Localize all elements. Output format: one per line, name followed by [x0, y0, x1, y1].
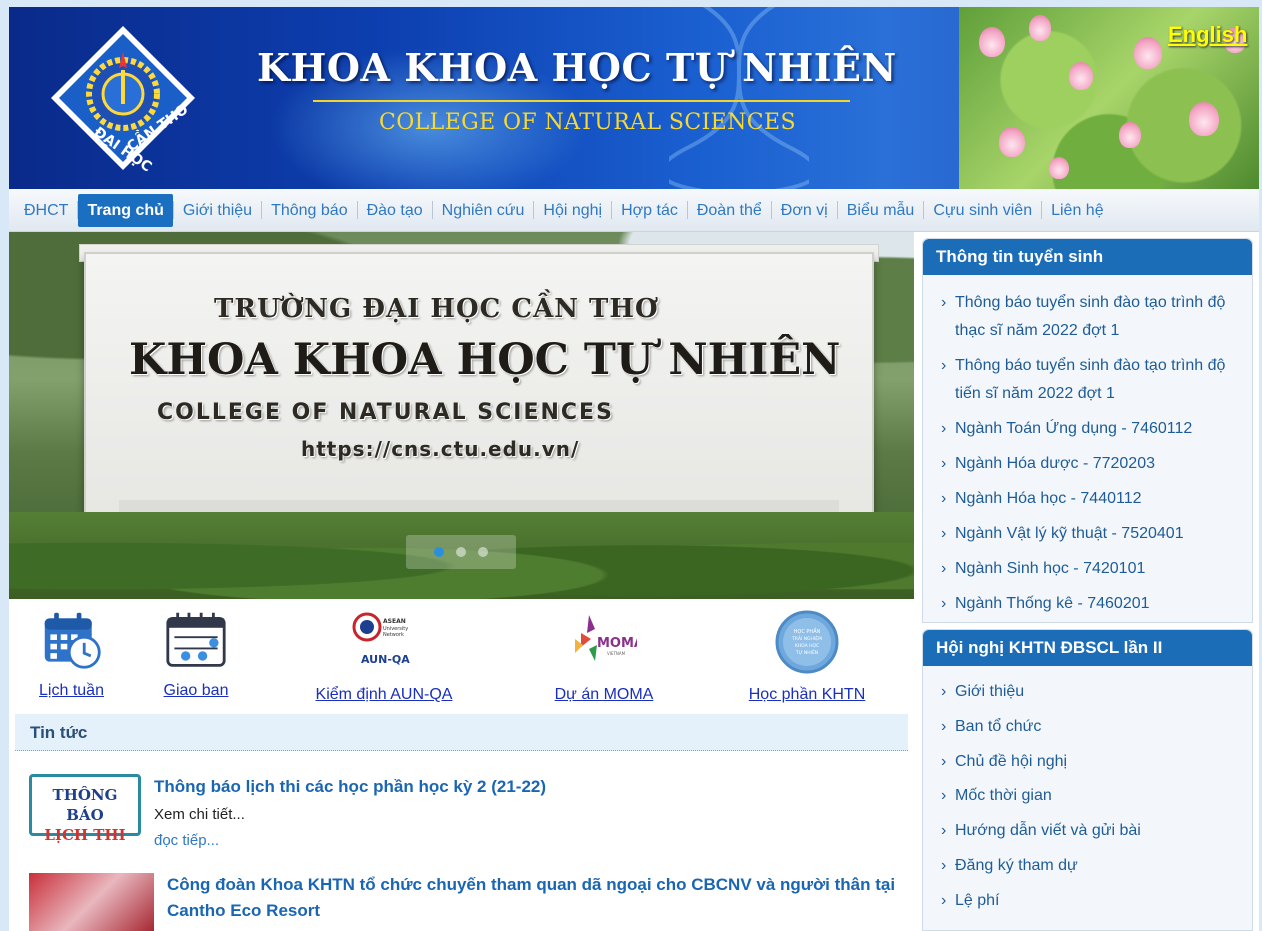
quick-link-aun-qa[interactable]: ASEAN University Network AUN-QA Kiểm địn…: [309, 609, 459, 704]
thumbnail-line1: THÔNG BÁO: [52, 786, 118, 824]
hoc-phan-badge-icon: HỌC PHẦN TRẢI NGHIỆM KHOA HỌC TỰ NHIÊN: [775, 610, 839, 674]
nav-item-cuu-sinh-vien[interactable]: Cựu sinh viên: [924, 194, 1041, 227]
hero-slider[interactable]: TRƯỜNG ĐẠI HỌC CẦN THƠ KHOA KHOA HỌC TỰ …: [9, 232, 914, 599]
news-title[interactable]: Thông báo lịch thi các học phần học kỳ 2…: [154, 774, 904, 800]
nav-item-dhct[interactable]: ĐHCT: [15, 194, 77, 227]
news-heading: Tin tức: [15, 714, 908, 751]
svg-text:KHOA HỌC: KHOA HỌC: [795, 643, 819, 649]
admission-item[interactable]: Ngành Thống kê - 7460201: [941, 590, 1244, 618]
slider-dot[interactable]: [434, 547, 444, 557]
quick-link-lich-tuan-label[interactable]: Lịch tuần: [34, 682, 109, 700]
quick-link-lich-tuan[interactable]: Lịch tuần: [34, 609, 109, 700]
conference-item[interactable]: Hướng dẫn viết và gửi bài: [941, 819, 1244, 843]
news-excerpt: Xem chi tiết...: [154, 806, 245, 823]
svg-text:Network: Network: [383, 632, 404, 638]
banner-subtitle: COLLEGE OF NATURAL SCIENCES: [379, 110, 796, 135]
admission-list: Thông báo tuyển sinh đào tạo trình độ th…: [923, 275, 1252, 618]
english-language-link[interactable]: English: [1168, 22, 1247, 48]
admission-item[interactable]: Ngành Vật lý kỹ thuật - 7520401: [941, 520, 1244, 548]
admission-panel: Thông tin tuyển sinh Thông báo tuyển sin…: [922, 238, 1253, 623]
conference-item[interactable]: Chủ đề hội nghị: [941, 750, 1244, 774]
conference-item[interactable]: Đăng ký tham dự: [941, 854, 1244, 878]
conference-panel-title: Hội nghị KHTN ĐBSCL lần II: [923, 630, 1252, 666]
quick-link-hoc-phan-label[interactable]: Học phần KHTN: [742, 686, 872, 704]
admission-item[interactable]: Thông báo tuyển sinh đào tạo trình độ ti…: [941, 352, 1244, 408]
quick-link-giao-ban[interactable]: Giao ban: [159, 609, 233, 700]
ctu-logo-icon: ĐẠI HỌC CẦN THƠ: [51, 26, 195, 174]
nav-item-gioi-thieu[interactable]: Giới thiệu: [174, 194, 261, 227]
slider-dot[interactable]: [478, 547, 488, 557]
quick-link-aun-qa-label[interactable]: Kiểm định AUN-QA: [309, 686, 459, 704]
lotus-flower: [979, 27, 1005, 57]
admission-item[interactable]: Ngành Sinh học - 7420101: [941, 555, 1244, 583]
admission-item[interactable]: Thông báo tuyển sinh đào tạo trình độ th…: [941, 289, 1244, 345]
admission-item[interactable]: Ngành Hóa dược - 7720203: [941, 450, 1244, 478]
nav-item-don-vi[interactable]: Đơn vị: [772, 194, 837, 227]
admission-item[interactable]: Ngành Hóa học - 7440112: [941, 485, 1244, 513]
news-item: Công đoàn Khoa KHTN tổ chức chuyến tham …: [167, 872, 912, 924]
lotus-flower: [999, 127, 1025, 157]
lotus-flower: [1069, 62, 1093, 90]
news-thumbnail[interactable]: [29, 873, 154, 931]
slider-pagination: [406, 535, 516, 569]
news-title[interactable]: Công đoàn Khoa KHTN tổ chức chuyến tham …: [167, 872, 912, 924]
sign-university-name: TRƯỜNG ĐẠI HỌC CẦN THƠ: [214, 294, 659, 324]
svg-text:AUN-QA: AUN-QA: [361, 653, 410, 666]
conference-item[interactable]: Ban tổ chức: [941, 715, 1244, 739]
conference-list: Giới thiệu Ban tổ chức Chủ đề hội nghị M…: [923, 666, 1252, 913]
lotus-flower: [1029, 15, 1051, 41]
conference-item[interactable]: Giới thiệu: [941, 680, 1244, 704]
calendar-clock-icon: [44, 612, 101, 669]
site-banner: ĐẠI HỌC CẦN THƠ KHOA KHOA HỌC TỰ NHIÊN C…: [9, 7, 1259, 189]
aun-qa-logo-icon: ASEAN University Network AUN-QA: [352, 612, 410, 666]
svg-text:HỌC PHẦN: HỌC PHẦN: [794, 627, 821, 635]
sign-college-name: KHOA KHOA HỌC TỰ NHIÊN: [129, 335, 841, 385]
quick-link-giao-ban-label[interactable]: Giao ban: [159, 682, 233, 700]
lotus-flower: [1119, 122, 1141, 148]
conference-item[interactable]: Lệ phí: [941, 889, 1244, 913]
quick-link-moma[interactable]: MOMA VIETNAM Dự án MOMA: [549, 609, 659, 704]
nav-item-thong-bao[interactable]: Thông báo: [262, 194, 357, 227]
banner-title: KHOA KHOA HỌC TỰ NHIÊN: [257, 45, 897, 90]
read-more-link[interactable]: đọc tiếp...: [154, 832, 904, 849]
nav-item-hoi-nghi[interactable]: Hội nghị: [534, 194, 611, 227]
lotus-flower: [1189, 102, 1219, 136]
quick-links: Lịch tuần Giao ban ASEAN University Netw…: [9, 609, 914, 713]
page: ĐẠI HỌC CẦN THƠ KHOA KHOA HỌC TỰ NHIÊN C…: [9, 7, 1259, 931]
quick-link-moma-label[interactable]: Dự án MOMA: [549, 686, 659, 704]
conference-item[interactable]: Mốc thời gian: [941, 784, 1244, 808]
quick-link-hoc-phan[interactable]: HỌC PHẦN TRẢI NGHIỆM KHOA HỌC TỰ NHIÊN H…: [742, 609, 872, 704]
admission-item[interactable]: Ngành Toán Ứng dụng - 7460112: [941, 415, 1244, 443]
nav-item-trang-chu[interactable]: Trang chủ: [78, 193, 173, 227]
slider-dot[interactable]: [456, 547, 466, 557]
banner-divider: [313, 100, 850, 102]
sign-url: https://cns.ctu.edu.vn/: [301, 437, 580, 461]
dna-decoration: [669, 7, 809, 189]
svg-text:VIETNAM: VIETNAM: [607, 651, 626, 656]
nav-item-lien-he[interactable]: Liên hệ: [1042, 194, 1113, 227]
svg-text:ASEAN: ASEAN: [383, 618, 406, 625]
sign-college-english: COLLEGE OF NATURAL SCIENCES: [157, 400, 614, 425]
lotus-flower: [1049, 157, 1069, 179]
lotus-flower: [1134, 37, 1162, 69]
news-thumbnail[interactable]: THÔNG BÁO LỊCH THI: [29, 774, 141, 844]
nav-item-nghien-cuu[interactable]: Nghiên cứu: [433, 194, 534, 227]
thumbnail-line2: LỊCH THI: [44, 826, 126, 844]
moma-logo-icon: MOMA VIETNAM: [575, 615, 637, 661]
svg-text:MOMA: MOMA: [597, 636, 637, 651]
conference-panel: Hội nghị KHTN ĐBSCL lần II Giới thiệu Ba…: [922, 629, 1253, 931]
admission-panel-title: Thông tin tuyển sinh: [923, 239, 1252, 275]
main-nav: ĐHCT Trang chủ Giới thiệu Thông báo Đào …: [9, 189, 1259, 232]
nav-item-dao-tao[interactable]: Đào tạo: [358, 194, 432, 227]
calendar-check-icon: [166, 612, 226, 667]
nav-item-doan-the[interactable]: Đoàn thể: [688, 194, 771, 227]
nav-item-hop-tac[interactable]: Hợp tác: [612, 194, 687, 227]
nav-item-bieu-mau[interactable]: Biểu mẫu: [838, 194, 924, 227]
news-item: Thông báo lịch thi các học phần học kỳ 2…: [154, 774, 904, 849]
